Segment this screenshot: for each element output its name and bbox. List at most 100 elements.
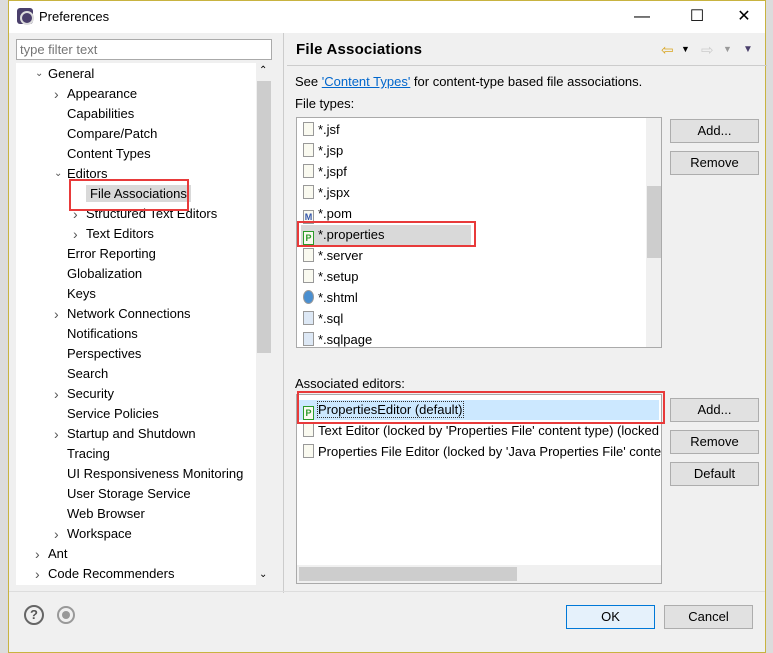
add-editor-button[interactable]: Add...: [670, 398, 759, 422]
hint-prefix: See: [295, 74, 322, 89]
ok-button[interactable]: OK: [566, 605, 655, 629]
file-type-row[interactable]: *.jsf: [303, 120, 340, 140]
editor-name: Properties File Editor (locked by 'Java …: [318, 444, 662, 459]
tree-item[interactable]: Perspectives: [67, 344, 141, 364]
tree-item[interactable]: › Workspace: [54, 524, 132, 544]
tree-item[interactable]: › Text Editors: [73, 224, 154, 244]
tree-scroll-thumb[interactable]: [257, 81, 271, 353]
view-menu-icon[interactable]: ▼: [743, 44, 753, 55]
header-divider: [287, 65, 767, 66]
back-arrow-icon[interactable]: ⇦: [661, 41, 674, 59]
tree-item[interactable]: Compare/Patch: [67, 124, 157, 144]
filter-input[interactable]: [16, 39, 272, 60]
minimize-button[interactable]: —: [627, 5, 657, 29]
cancel-button[interactable]: Cancel: [664, 605, 753, 629]
file-type-row[interactable]: *.shtml: [303, 288, 358, 308]
chevron-right-icon[interactable]: ›: [54, 84, 59, 104]
forward-arrow-icon[interactable]: ⇨: [701, 41, 714, 59]
file-type-name: *.shtml: [318, 290, 358, 305]
associated-editors-label: Associated editors:: [295, 376, 405, 391]
tree-item[interactable]: Tracing: [67, 444, 110, 464]
file-types-scrollbar[interactable]: [646, 118, 661, 347]
scroll-down-icon[interactable]: ⌄: [259, 569, 267, 580]
tree-item-label: Ant: [48, 546, 68, 561]
add-file-type-button[interactable]: Add...: [670, 119, 759, 143]
chevron-right-icon[interactable]: ›: [54, 524, 59, 544]
chevron-down-icon[interactable]: ⌄: [54, 164, 62, 184]
tree-item-label: User Storage Service: [67, 486, 191, 501]
tree-item-label: Compare/Patch: [67, 126, 158, 141]
file-type-row[interactable]: *.setup: [303, 267, 358, 287]
remove-editor-button[interactable]: Remove: [670, 430, 759, 454]
content-types-link[interactable]: 'Content Types': [322, 74, 411, 89]
tree-item[interactable]: Search: [67, 364, 108, 384]
chevron-right-icon[interactable]: ›: [54, 384, 59, 404]
tree-item[interactable]: › Code Recommenders: [35, 564, 174, 584]
tree-item-label: Perspectives: [67, 346, 142, 361]
file-type-name: *.pom: [318, 206, 352, 221]
tree-item[interactable]: › Network Connections: [54, 304, 191, 324]
footer-divider: [9, 591, 765, 592]
editor-name: Text Editor (locked by 'Properties File'…: [318, 423, 659, 438]
file-type-row[interactable]: *.jsp: [303, 141, 343, 161]
tree-item[interactable]: › Appearance: [54, 84, 137, 104]
tree-item-label: Network Connections: [67, 306, 191, 321]
tree-item[interactable]: Web Browser: [67, 504, 145, 524]
tree-item[interactable]: ⌄ General: [35, 64, 95, 84]
file-type-row[interactable]: *.sqlpage: [303, 330, 372, 347]
tree-item-label: Error Reporting: [67, 246, 156, 261]
back-dropdown-icon[interactable]: ▼: [681, 44, 690, 54]
default-editor-button[interactable]: Default: [670, 462, 759, 486]
globe-file-icon: [303, 290, 314, 304]
tree-scrollbar[interactable]: ⌃ ⌄: [256, 63, 272, 585]
tree-item-label: Security: [67, 386, 114, 401]
file-type-row[interactable]: *.jspf: [303, 162, 347, 182]
file-types-scroll-thumb[interactable]: [647, 186, 661, 258]
tree-item[interactable]: Keys: [67, 284, 96, 304]
tree-item[interactable]: Notifications: [67, 324, 138, 344]
file-types-label: File types:: [295, 96, 355, 111]
close-button[interactable]: ✕: [729, 5, 759, 29]
chevron-right-icon[interactable]: ›: [54, 424, 59, 444]
tree-item[interactable]: Globalization: [67, 264, 142, 284]
chevron-right-icon[interactable]: ›: [73, 224, 78, 244]
tree-item[interactable]: Capabilities: [67, 104, 134, 124]
tree-item-label: Tracing: [67, 446, 110, 461]
tree-item[interactable]: UI Responsiveness Monitoring: [67, 464, 243, 484]
file-type-row[interactable]: *.sql: [303, 309, 343, 329]
highlight-properties-type: [297, 221, 476, 247]
tree-item[interactable]: User Storage Service: [67, 484, 191, 504]
window-title: Preferences: [39, 9, 110, 24]
page-title: File Associations: [296, 41, 423, 58]
preferences-dialog: Preferences — ☐ ✕ ⌃ ⌄ ⌄ General › Appearanc…: [8, 0, 767, 653]
file-type-row[interactable]: *.server: [303, 246, 363, 266]
tree-item[interactable]: › Ant: [35, 544, 68, 564]
tree-item-label: General: [48, 66, 95, 81]
editors-scroll-thumb[interactable]: [299, 567, 517, 581]
tree-item-label: Content Types: [67, 146, 151, 161]
chevron-right-icon[interactable]: ›: [35, 564, 40, 584]
file-type-name: *.jspf: [318, 164, 347, 179]
tree-item[interactable]: Service Policies: [67, 404, 159, 424]
editors-hscrollbar[interactable]: [297, 565, 661, 583]
forward-dropdown-icon[interactable]: ▼: [723, 44, 732, 54]
chevron-right-icon[interactable]: ›: [35, 544, 40, 564]
chevron-down-icon[interactable]: ⌄: [35, 64, 43, 84]
remove-file-type-button[interactable]: Remove: [670, 151, 759, 175]
editor-row[interactable]: Properties File Editor (locked by 'Java …: [303, 442, 661, 462]
sash-divider[interactable]: [283, 33, 284, 593]
tree-item[interactable]: › Startup and Shutdown: [54, 424, 196, 444]
tree-item-label: Text Editors: [86, 226, 154, 241]
chevron-right-icon[interactable]: ›: [54, 304, 59, 324]
file-file-icon: [303, 248, 314, 262]
file-type-row[interactable]: *.jspx: [303, 183, 350, 203]
help-icon[interactable]: ?: [24, 605, 44, 625]
maximize-button[interactable]: ☐: [682, 5, 712, 29]
tree-item[interactable]: › Security: [54, 384, 114, 404]
record-macro-icon[interactable]: [57, 606, 75, 624]
file-type-name: *.jsf: [318, 122, 340, 137]
editor-row[interactable]: Text Editor (locked by 'Properties File'…: [303, 421, 659, 441]
scroll-up-icon[interactable]: ⌃: [259, 65, 267, 76]
tree-item[interactable]: Content Types: [67, 144, 151, 164]
tree-item[interactable]: Error Reporting: [67, 244, 156, 264]
